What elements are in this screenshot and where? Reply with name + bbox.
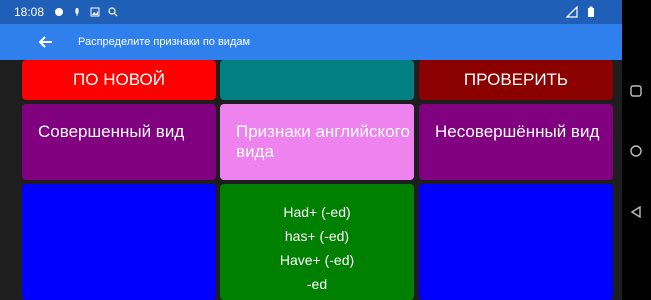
sign-item-3[interactable]: Have+ (-ed) (280, 248, 354, 272)
microphone-icon (72, 7, 82, 17)
battery-icon (586, 5, 596, 23)
recent-apps-button[interactable] (630, 84, 642, 102)
sign-item-2[interactable]: has+ (-ed) (285, 224, 349, 248)
imperfect-aspect-label: Несовершённый вид (435, 122, 600, 141)
back-button[interactable] (34, 30, 58, 54)
main-grid: ПО НОВОЙ ПРОВЕРИТЬ Совершенный вид Призн… (0, 60, 622, 300)
square-icon (630, 85, 642, 97)
english-signs-header: Признаки английского вида (220, 104, 414, 180)
check-label: ПРОВЕРИТЬ (463, 70, 569, 89)
status-time: 18:08 (14, 5, 45, 19)
english-signs-label: Признаки английского вида (236, 122, 410, 161)
signal-icon (565, 5, 578, 23)
arrow-left-icon (38, 36, 52, 48)
app-notification-icon (54, 7, 64, 17)
system-nav-bar (622, 0, 651, 300)
teal-panel (220, 60, 414, 100)
check-button[interactable]: ПРОВЕРИТЬ (419, 60, 613, 100)
status-right-icons (565, 5, 596, 23)
reset-button[interactable]: ПО НОВОЙ (22, 60, 216, 100)
home-button[interactable] (630, 144, 642, 162)
page-title: Распределите признаки по видам (78, 36, 251, 48)
status-bar: 18:08 (0, 0, 622, 24)
circle-icon (630, 145, 642, 157)
sign-item-1[interactable]: Had+ (-ed) (283, 200, 350, 224)
triangle-back-icon (630, 205, 641, 219)
perfect-aspect-header: Совершенный вид (22, 104, 216, 180)
imperfect-drop-zone[interactable] (419, 184, 613, 300)
perfect-drop-zone[interactable] (22, 184, 216, 300)
sign-item-4[interactable]: -ed (307, 272, 327, 296)
app-bar: Распределите признаки по видам (0, 24, 622, 60)
search-icon (108, 7, 118, 17)
imperfect-aspect-header: Несовершённый вид (419, 104, 613, 180)
image-icon (90, 7, 100, 17)
back-nav-button[interactable] (630, 205, 642, 223)
reset-label: ПО НОВОЙ (73, 70, 165, 89)
signs-list: Had+ (-ed) has+ (-ed) Have+ (-ed) -ed (220, 184, 414, 300)
perfect-aspect-label: Совершенный вид (38, 122, 185, 141)
